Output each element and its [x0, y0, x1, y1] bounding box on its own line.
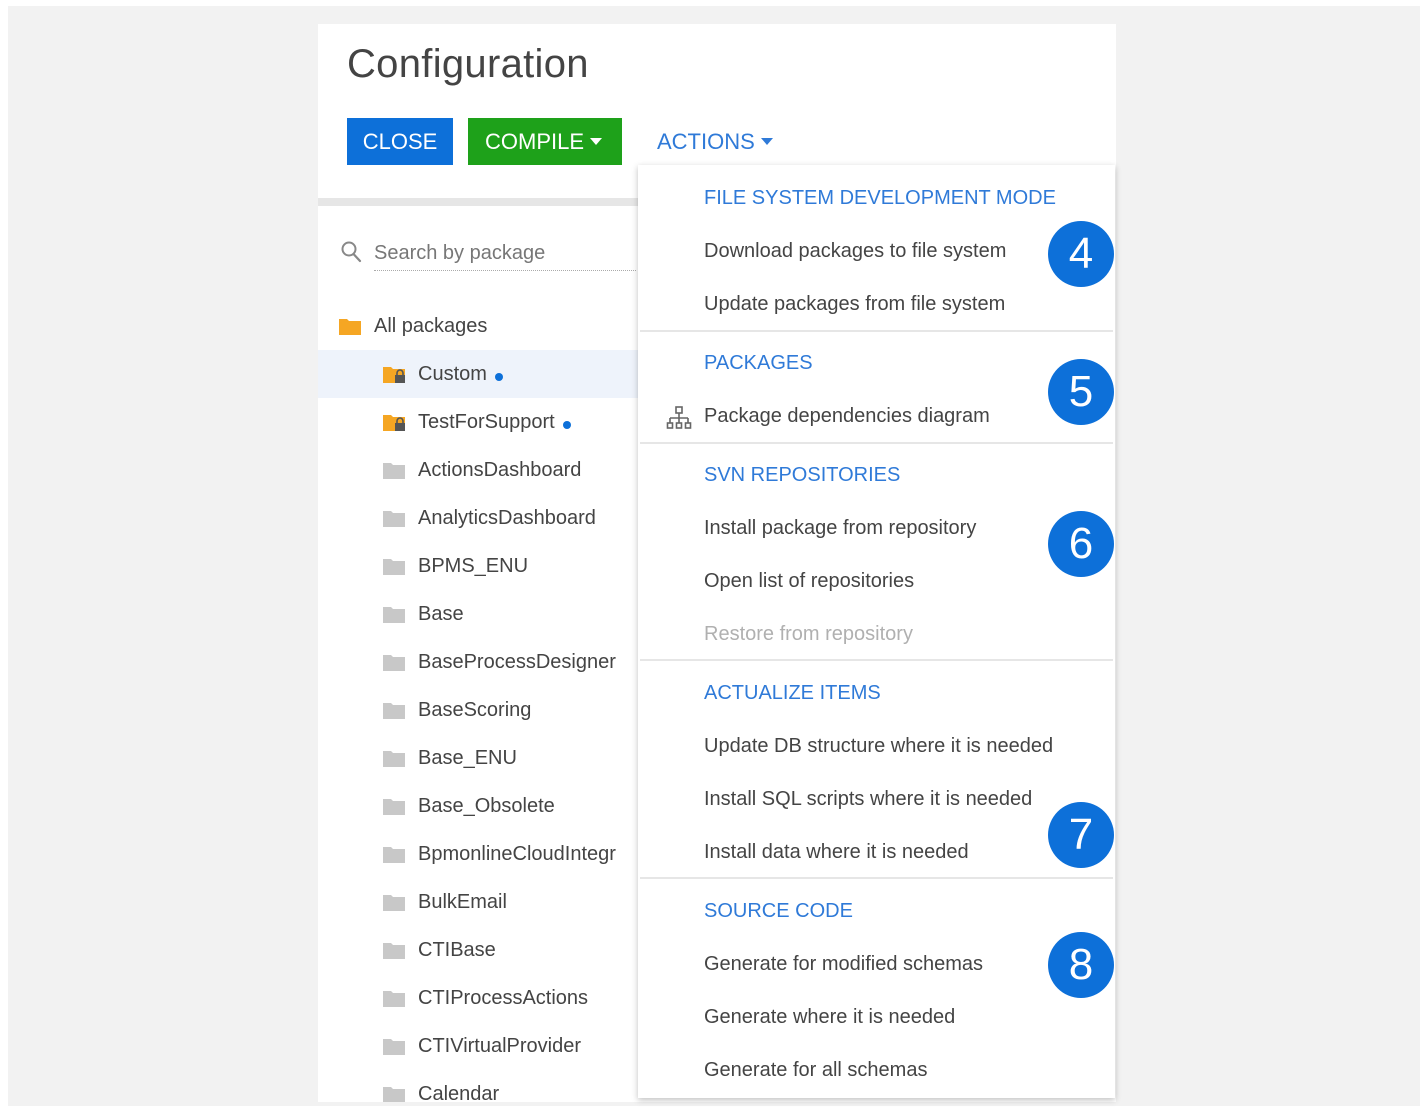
tree-item-label: AnalyticsDashboard: [418, 507, 596, 529]
tree-item-label: CTIBase: [418, 939, 496, 961]
menu-item-generate-all[interactable]: Generate for all schemas: [704, 1059, 927, 1082]
caret-down-icon: [760, 138, 773, 146]
actions-button-label: ACTIONS: [657, 129, 755, 154]
tree-item-label: BulkEmail: [418, 891, 507, 913]
tree-item[interactable]: CTIProcessActions: [318, 974, 658, 1022]
menu-item-update-db-structure[interactable]: Update DB structure where it is needed: [704, 735, 1053, 758]
folder-icon: [383, 607, 405, 623]
tree-item[interactable]: TestForSupport: [318, 398, 658, 446]
menu-separator: [640, 877, 1113, 879]
menu-header-actualize: ACTUALIZE ITEMS: [704, 682, 881, 704]
menu-item-install-data[interactable]: Install data where it is needed: [704, 841, 969, 864]
tree-item-label: BpmonlineCloudIntegr: [418, 843, 616, 865]
tree-item-label: CTIVirtualProvider: [418, 1035, 582, 1057]
locked-folder-icon: [383, 367, 405, 383]
tree-item[interactable]: Custom: [318, 350, 658, 398]
tree-item[interactable]: BaseScoring: [318, 686, 658, 734]
menu-separator: [640, 442, 1113, 444]
menu-item-update-packages[interactable]: Update packages from file system: [704, 293, 1005, 316]
folder-icon: [383, 991, 405, 1007]
menu-header-file-system: FILE SYSTEM DEVELOPMENT MODE: [704, 187, 1056, 209]
tree-item-label: Custom: [418, 363, 487, 385]
search-input[interactable]: [374, 236, 636, 271]
tree-item-label: BaseScoring: [418, 699, 532, 721]
menu-header-source-code: SOURCE CODE: [704, 900, 853, 922]
folder-icon: [383, 943, 405, 959]
menu-separator: [640, 659, 1113, 661]
tree-item-label: CTIProcessActions: [418, 987, 589, 1009]
tree-item-label: Base: [418, 603, 464, 625]
menu-item-download-packages[interactable]: Download packages to file system: [704, 240, 1006, 263]
folder-icon: [383, 559, 405, 575]
tree-item[interactable]: BPMS_ENU: [318, 542, 658, 590]
folder-icon: [383, 1087, 405, 1102]
caret-down-icon: [590, 138, 603, 146]
tree-item-label: Calendar: [418, 1083, 500, 1102]
tree-item-label: BPMS_ENU: [418, 555, 529, 577]
tree-item[interactable]: Calendar: [318, 1070, 658, 1102]
actions-dropdown-menu: FILE SYSTEM DEVELOPMENT MODE Download pa…: [638, 165, 1115, 1098]
folder-icon: [339, 319, 361, 335]
menu-item-install-sql-scripts[interactable]: Install SQL scripts where it is needed: [704, 788, 1032, 811]
tree-item[interactable]: CTIVirtualProvider: [318, 1022, 658, 1070]
tree-item-label: ActionsDashboard: [418, 459, 582, 481]
tree-item[interactable]: Base_ENU: [318, 734, 658, 782]
tree-item[interactable]: Base_Obsolete: [318, 782, 658, 830]
compile-button[interactable]: COMPILE: [468, 118, 622, 165]
folder-icon: [383, 463, 405, 479]
locked-folder-icon: [383, 415, 405, 431]
folder-icon: [383, 751, 405, 767]
tree-item[interactable]: Base: [318, 590, 658, 638]
package-search: [338, 236, 638, 272]
step-badge: 4: [1048, 221, 1114, 287]
tree-item[interactable]: BulkEmail: [318, 878, 658, 926]
menu-header-svn: SVN REPOSITORIES: [704, 464, 901, 486]
tree-item-label: All packages: [374, 315, 488, 337]
menu-item-dependencies-diagram[interactable]: Package dependencies diagram: [704, 405, 990, 428]
menu-item-restore-from-repository: Restore from repository: [704, 623, 913, 645]
tree-item[interactable]: AnalyticsDashboard: [318, 494, 658, 542]
compile-button-label: COMPILE: [485, 129, 585, 154]
tree-item[interactable]: BpmonlineCloudIntegr: [318, 830, 658, 878]
toolbar-divider: [318, 198, 658, 206]
folder-icon: [383, 1039, 405, 1055]
modified-dot-icon: [495, 373, 503, 381]
search-icon: [341, 241, 362, 263]
tree-item[interactable]: BaseProcessDesigner: [318, 638, 658, 686]
tree-item-label: BaseProcessDesigner: [418, 651, 616, 673]
tree-item[interactable]: ActionsDashboard: [318, 446, 658, 494]
step-badge: 7: [1048, 802, 1114, 868]
actions-button[interactable]: ACTIONS: [657, 118, 773, 165]
step-badge: 6: [1048, 511, 1114, 577]
menu-item-install-from-repository[interactable]: Install package from repository: [704, 517, 976, 540]
page-title: Configuration: [347, 42, 589, 86]
menu-header-packages: PACKAGES: [704, 352, 813, 374]
step-badge: 8: [1048, 932, 1114, 998]
menu-item-generate-needed[interactable]: Generate where it is needed: [704, 1006, 955, 1029]
tree-item[interactable]: CTIBase: [318, 926, 658, 974]
tree-item-label: Base_Obsolete: [418, 795, 555, 817]
tree-item-label: Base_ENU: [418, 747, 517, 769]
folder-icon: [383, 799, 405, 815]
tree-item-label: TestForSupport: [418, 411, 555, 433]
menu-item-generate-modified[interactable]: Generate for modified schemas: [704, 953, 983, 976]
folder-icon: [383, 847, 405, 863]
folder-icon: [383, 895, 405, 911]
folder-icon: [383, 703, 405, 719]
tree-item[interactable]: All packages: [318, 302, 658, 350]
close-button[interactable]: CLOSE: [347, 118, 453, 165]
modified-dot-icon: [563, 421, 571, 429]
folder-icon: [383, 655, 405, 671]
menu-item-open-repositories[interactable]: Open list of repositories: [704, 570, 914, 593]
step-badge: 5: [1048, 359, 1114, 425]
hierarchy-icon: [666, 406, 692, 429]
menu-separator: [640, 330, 1113, 332]
folder-icon: [383, 511, 405, 527]
